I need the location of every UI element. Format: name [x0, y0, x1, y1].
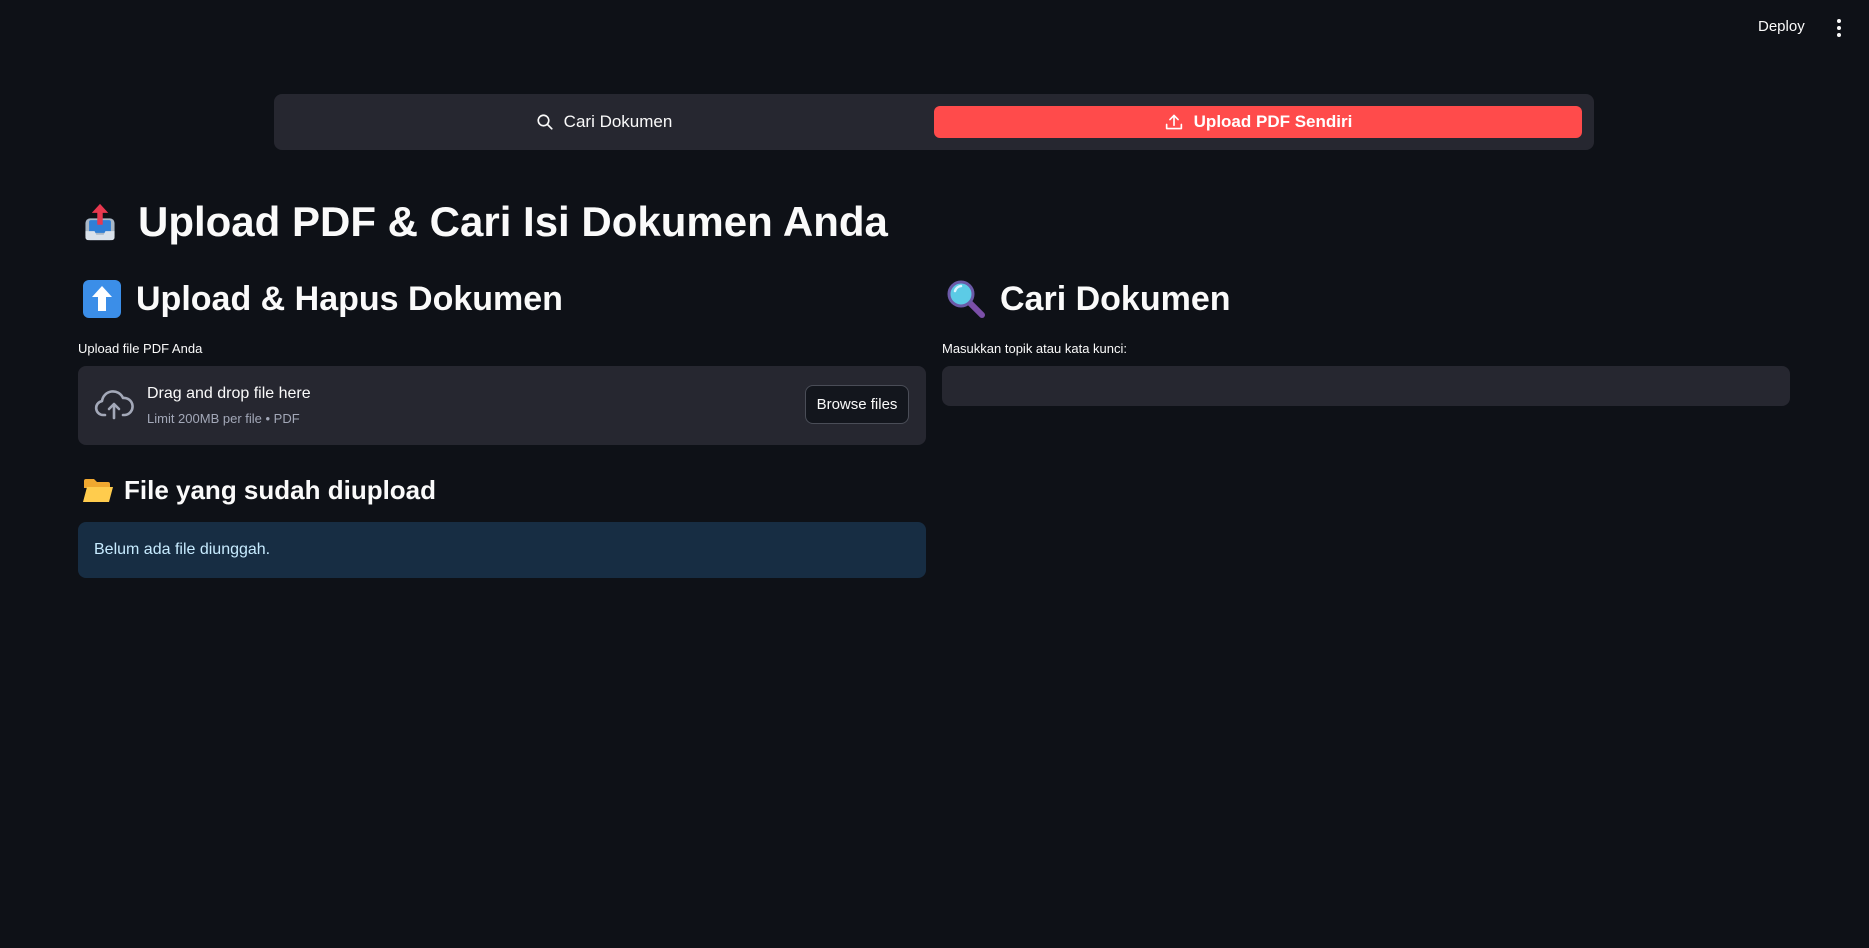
up-arrow-icon — [83, 280, 121, 318]
search-section-heading: Cari Dokumen — [946, 276, 1231, 322]
search-input-label: Masukkan topik atau kata kunci: — [942, 341, 1127, 356]
upload-section-title: Upload & Hapus Dokumen — [136, 279, 563, 318]
magnifying-glass-icon — [947, 280, 985, 318]
deploy-button[interactable]: Deploy — [1758, 15, 1805, 39]
open-folder-icon — [83, 479, 113, 502]
tab-cari-dokumen[interactable]: Cari Dokumen — [284, 106, 924, 138]
browse-files-button[interactable]: Browse files — [805, 385, 909, 424]
files-section-heading: File yang sudah diupload — [82, 472, 436, 508]
page-title-text: Upload PDF & Cari Isi Dokumen Anda — [138, 198, 888, 245]
dropzone-title: Drag and drop file here — [147, 385, 311, 402]
tab-navigation: Cari Dokumen Upload PDF Sendiri — [274, 94, 1594, 150]
dropzone-hint: Limit 200MB per file • PDF — [147, 411, 300, 426]
upload-icon — [1165, 114, 1182, 130]
keyword-search-input[interactable] — [942, 366, 1790, 406]
cloud-upload-icon — [94, 390, 134, 420]
tab-label: Upload PDF Sendiri — [1193, 112, 1353, 131]
info-message: Belum ada file diunggah. — [78, 522, 926, 578]
dot — [1837, 19, 1841, 23]
uploader-label: Upload file PDF Anda — [78, 341, 203, 356]
search-icon — [537, 114, 553, 130]
main-menu-button[interactable] — [1830, 14, 1848, 42]
tab-upload-pdf[interactable]: Upload PDF Sendiri — [934, 106, 1582, 138]
info-message-text: Belum ada file diunggah. — [94, 541, 271, 558]
upload-section-heading: Upload & Hapus Dokumen — [82, 276, 563, 322]
search-section-title: Cari Dokumen — [1000, 279, 1231, 318]
inbox-tray-icon — [85, 203, 115, 241]
page-title: Upload PDF & Cari Isi Dokumen Anda — [80, 192, 888, 252]
file-dropzone[interactable]: Drag and drop file here Limit 200MB per … — [78, 366, 926, 445]
files-section-title: File yang sudah diupload — [124, 474, 437, 505]
dot — [1837, 33, 1841, 37]
dot — [1837, 26, 1841, 30]
tab-label: Cari Dokumen — [563, 112, 673, 131]
